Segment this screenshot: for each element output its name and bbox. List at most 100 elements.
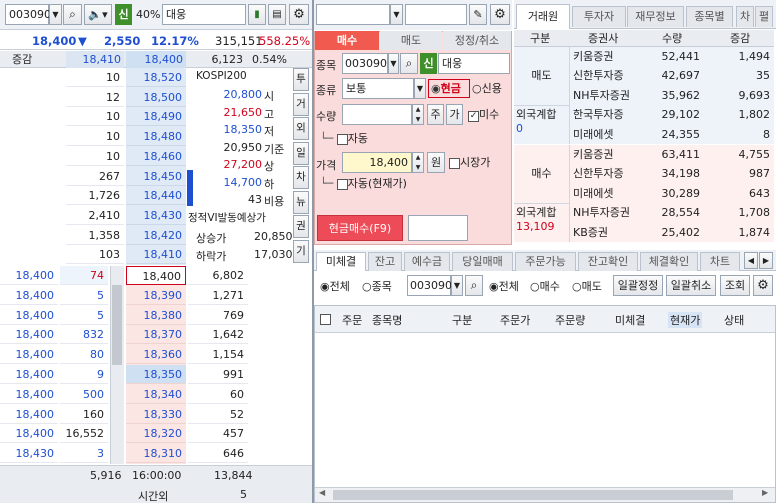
bottom-tab[interactable]: 차트	[700, 252, 740, 271]
qty-stepper[interactable]: ▲ ▼	[412, 104, 424, 125]
ask-price[interactable]: 18,420	[126, 226, 186, 245]
select-all-checkbox[interactable]	[320, 314, 331, 325]
bid-price[interactable]: 18,380	[126, 306, 186, 325]
bottom-tab[interactable]: 잔고	[368, 252, 402, 271]
broker-tab[interactable]: 거래원	[516, 4, 570, 29]
side-tab[interactable]: 기	[293, 239, 309, 263]
orders-col-header[interactable]: 현재가	[668, 312, 703, 328]
doc-icon[interactable]: ▮	[248, 4, 266, 25]
orders-col-header[interactable]: 종목명	[372, 312, 402, 328]
bulk-cancel-button[interactable]: 일괄취소	[666, 275, 716, 296]
horizontal-scroll-thumb[interactable]	[333, 490, 733, 500]
filter-sell-radio[interactable]: ○매도	[572, 278, 602, 294]
bottom-tab[interactable]: 주문가능	[515, 252, 576, 271]
tab-sell[interactable]: 매도	[380, 31, 442, 50]
side-tab[interactable]: 뉴	[293, 190, 309, 214]
auto-current-checkbox[interactable]: └─ 자동(현재가)	[320, 176, 407, 191]
side-tab[interactable]: 투	[293, 68, 309, 91]
bid-price[interactable]: 18,350	[126, 365, 186, 384]
price-stepper[interactable]: ▲ ▼	[412, 152, 424, 173]
scroll-thumb[interactable]	[112, 285, 122, 365]
orders-col-header[interactable]: 구분	[452, 312, 472, 328]
bid-price[interactable]: 18,390	[126, 286, 186, 305]
side-tab[interactable]: 외	[293, 117, 309, 140]
side-tab[interactable]: 거	[293, 92, 309, 116]
bid-price[interactable]: 18,330	[126, 405, 186, 424]
broker-tab[interactable]: 재무정보	[627, 6, 684, 27]
won-button[interactable]: 원	[427, 152, 445, 173]
orders-col-header[interactable]: 주문	[342, 312, 362, 328]
tab-modify[interactable]: 정정/취소	[443, 31, 511, 50]
qty-input[interactable]	[342, 104, 412, 125]
edit-icon[interactable]: ✎	[469, 4, 487, 25]
bid-price[interactable]: 18,340	[126, 385, 186, 404]
tab-scroll-right[interactable]: ▶	[759, 252, 773, 269]
bid-price[interactable]: 18,320	[126, 424, 186, 444]
tab-buy[interactable]: 매수	[315, 31, 379, 50]
password-field[interactable]	[405, 4, 467, 25]
orders-col-header[interactable]: 상태	[724, 312, 744, 328]
scroll-right-icon[interactable]: ▶	[762, 488, 768, 497]
bid-price[interactable]: 18,370	[126, 325, 186, 345]
broker-tab[interactable]: 차	[736, 6, 754, 27]
order-type-select[interactable]: 보통	[342, 78, 414, 99]
ask-price[interactable]: 18,500	[126, 88, 186, 107]
broker-tab[interactable]: 펼	[755, 6, 773, 27]
cash-buy-button[interactable]: 현금매수(F9)	[317, 215, 403, 241]
order-type-dropdown[interactable]: ▼	[414, 78, 426, 99]
gear-icon[interactable]: ⚙	[289, 4, 309, 25]
side-tab[interactable]: 권	[293, 215, 309, 238]
search-icon[interactable]: ⌕	[465, 275, 483, 296]
speaker-icon[interactable]: 🔈▾	[84, 4, 112, 25]
orders-col-header[interactable]: 미체결	[615, 312, 645, 328]
bid-price[interactable]: 18,310	[126, 444, 186, 464]
stock-code-input[interactable]: 003090	[5, 4, 51, 25]
bottom-tab[interactable]: 예수금	[404, 252, 450, 271]
orders-col-header[interactable]: 주문가	[500, 312, 530, 328]
bulk-modify-button[interactable]: 일괄정정	[613, 275, 663, 296]
search-icon[interactable]: ⌕	[63, 4, 82, 25]
side-tab[interactable]: 일	[293, 141, 309, 165]
btn-ju[interactable]: 주	[427, 104, 444, 125]
chart-icon[interactable]: ▤	[268, 4, 286, 25]
scroll-left-icon[interactable]: ◀	[319, 488, 325, 497]
unfilled-checkbox[interactable]: ✓ 미수	[468, 107, 499, 122]
filter-all-radio[interactable]: ◉전체	[320, 278, 350, 294]
bottom-tab[interactable]: 당일매매	[452, 252, 513, 271]
filter-buy-radio[interactable]: ○매수	[530, 278, 560, 294]
ask-price[interactable]: 18,490	[126, 107, 186, 127]
gear-icon[interactable]: ⚙	[753, 275, 773, 296]
bottom-tab[interactable]: 잔고확인	[578, 252, 638, 271]
bid-price[interactable]: 18,360	[126, 345, 186, 365]
filter-stock-radio[interactable]: ○종목	[362, 278, 392, 294]
query-button[interactable]: 조회	[720, 275, 750, 296]
bottom-code-dropdown[interactable]: ▼	[451, 275, 463, 296]
account-select[interactable]	[316, 4, 390, 25]
gear-icon[interactable]: ⚙	[490, 4, 510, 25]
code-dropdown-button[interactable]: ▼	[49, 4, 62, 25]
cash-radio[interactable]: ◉현금	[428, 79, 470, 98]
stock-name-field[interactable]: 대웅	[162, 4, 246, 25]
orders-col-header[interactable]: 주문량	[555, 312, 585, 328]
ask-price[interactable]: 18,480	[126, 127, 186, 147]
ask-price[interactable]: 18,520	[126, 68, 186, 87]
side-tab[interactable]: 차	[293, 166, 309, 189]
filter-all2-radio[interactable]: ◉전체	[489, 278, 519, 294]
broker-tab[interactable]: 투자자	[572, 6, 626, 27]
market-price-checkbox[interactable]: 시장가	[449, 155, 490, 170]
bottom-tab[interactable]: 체결확인	[640, 252, 698, 271]
bid-price[interactable]: 18,400	[126, 266, 186, 285]
auto-checkbox[interactable]: └─ 자동	[320, 131, 368, 146]
order-code-input[interactable]: 003090	[342, 53, 388, 74]
ask-price[interactable]: 18,460	[126, 147, 186, 166]
bottom-tab[interactable]: 미체결	[316, 252, 366, 271]
search-icon[interactable]: ⌕	[400, 53, 418, 74]
credit-radio[interactable]: ○신용	[472, 80, 502, 97]
ask-price[interactable]: 18,440	[126, 186, 186, 206]
ask-price[interactable]: 18,410	[126, 245, 186, 265]
account-dropdown[interactable]: ▼	[390, 4, 403, 25]
bottom-code-input[interactable]: 003090	[407, 275, 452, 296]
ask-price[interactable]: 18,450	[126, 167, 186, 186]
order-code-dropdown[interactable]: ▼	[388, 53, 399, 74]
btn-ga[interactable]: 가	[446, 104, 463, 125]
